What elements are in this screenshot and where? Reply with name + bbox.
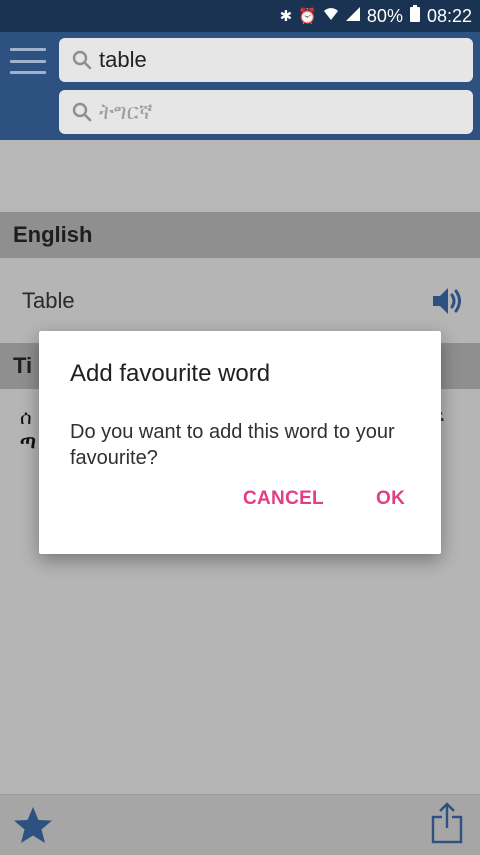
tigrinya-line-2: ጣ [20, 431, 36, 453]
alarm-icon: ⏰ [298, 8, 317, 25]
wifi-icon [323, 6, 339, 26]
speaker-icon[interactable] [430, 283, 466, 319]
dialog-message: Do you want to add this word to your fav… [70, 421, 395, 469]
english-search-input[interactable] [99, 47, 439, 73]
tigrinya-search-input[interactable] [99, 99, 439, 125]
bluetooth-icon: ✱ [279, 8, 293, 25]
english-header-label: English [13, 222, 93, 247]
blank-area [0, 140, 480, 212]
result-word: Table [22, 287, 75, 313]
search-icon [71, 49, 93, 71]
bottom-bar [0, 794, 480, 855]
clock-time: 08:22 [426, 5, 472, 26]
ok-button[interactable]: OK [376, 488, 405, 510]
add-favourite-dialog: Add favourite word Do you want to add th… [39, 331, 441, 554]
battery-percent: 80% [366, 5, 403, 26]
battery-icon [409, 5, 421, 27]
share-icon[interactable] [430, 801, 464, 845]
tigrinya-line-1: ሰ [20, 407, 32, 429]
search-icon [71, 101, 93, 123]
english-search-box[interactable] [59, 38, 473, 82]
cancel-button[interactable]: CANCEL [243, 488, 324, 510]
tigrinya-header-label: Ti [13, 353, 33, 378]
tigrinya-translation: ሰ ጣ [20, 406, 36, 454]
favourite-star-icon[interactable] [12, 805, 54, 847]
signal-icon [345, 6, 361, 26]
tigrinya-search-box[interactable] [59, 90, 473, 134]
english-section-header: English [0, 212, 480, 258]
hamburger-menu-icon[interactable] [10, 48, 46, 74]
status-bar: ✱ ⏰ 80% 08:22 [0, 0, 480, 32]
dialog-title: Add favourite word [70, 360, 271, 387]
